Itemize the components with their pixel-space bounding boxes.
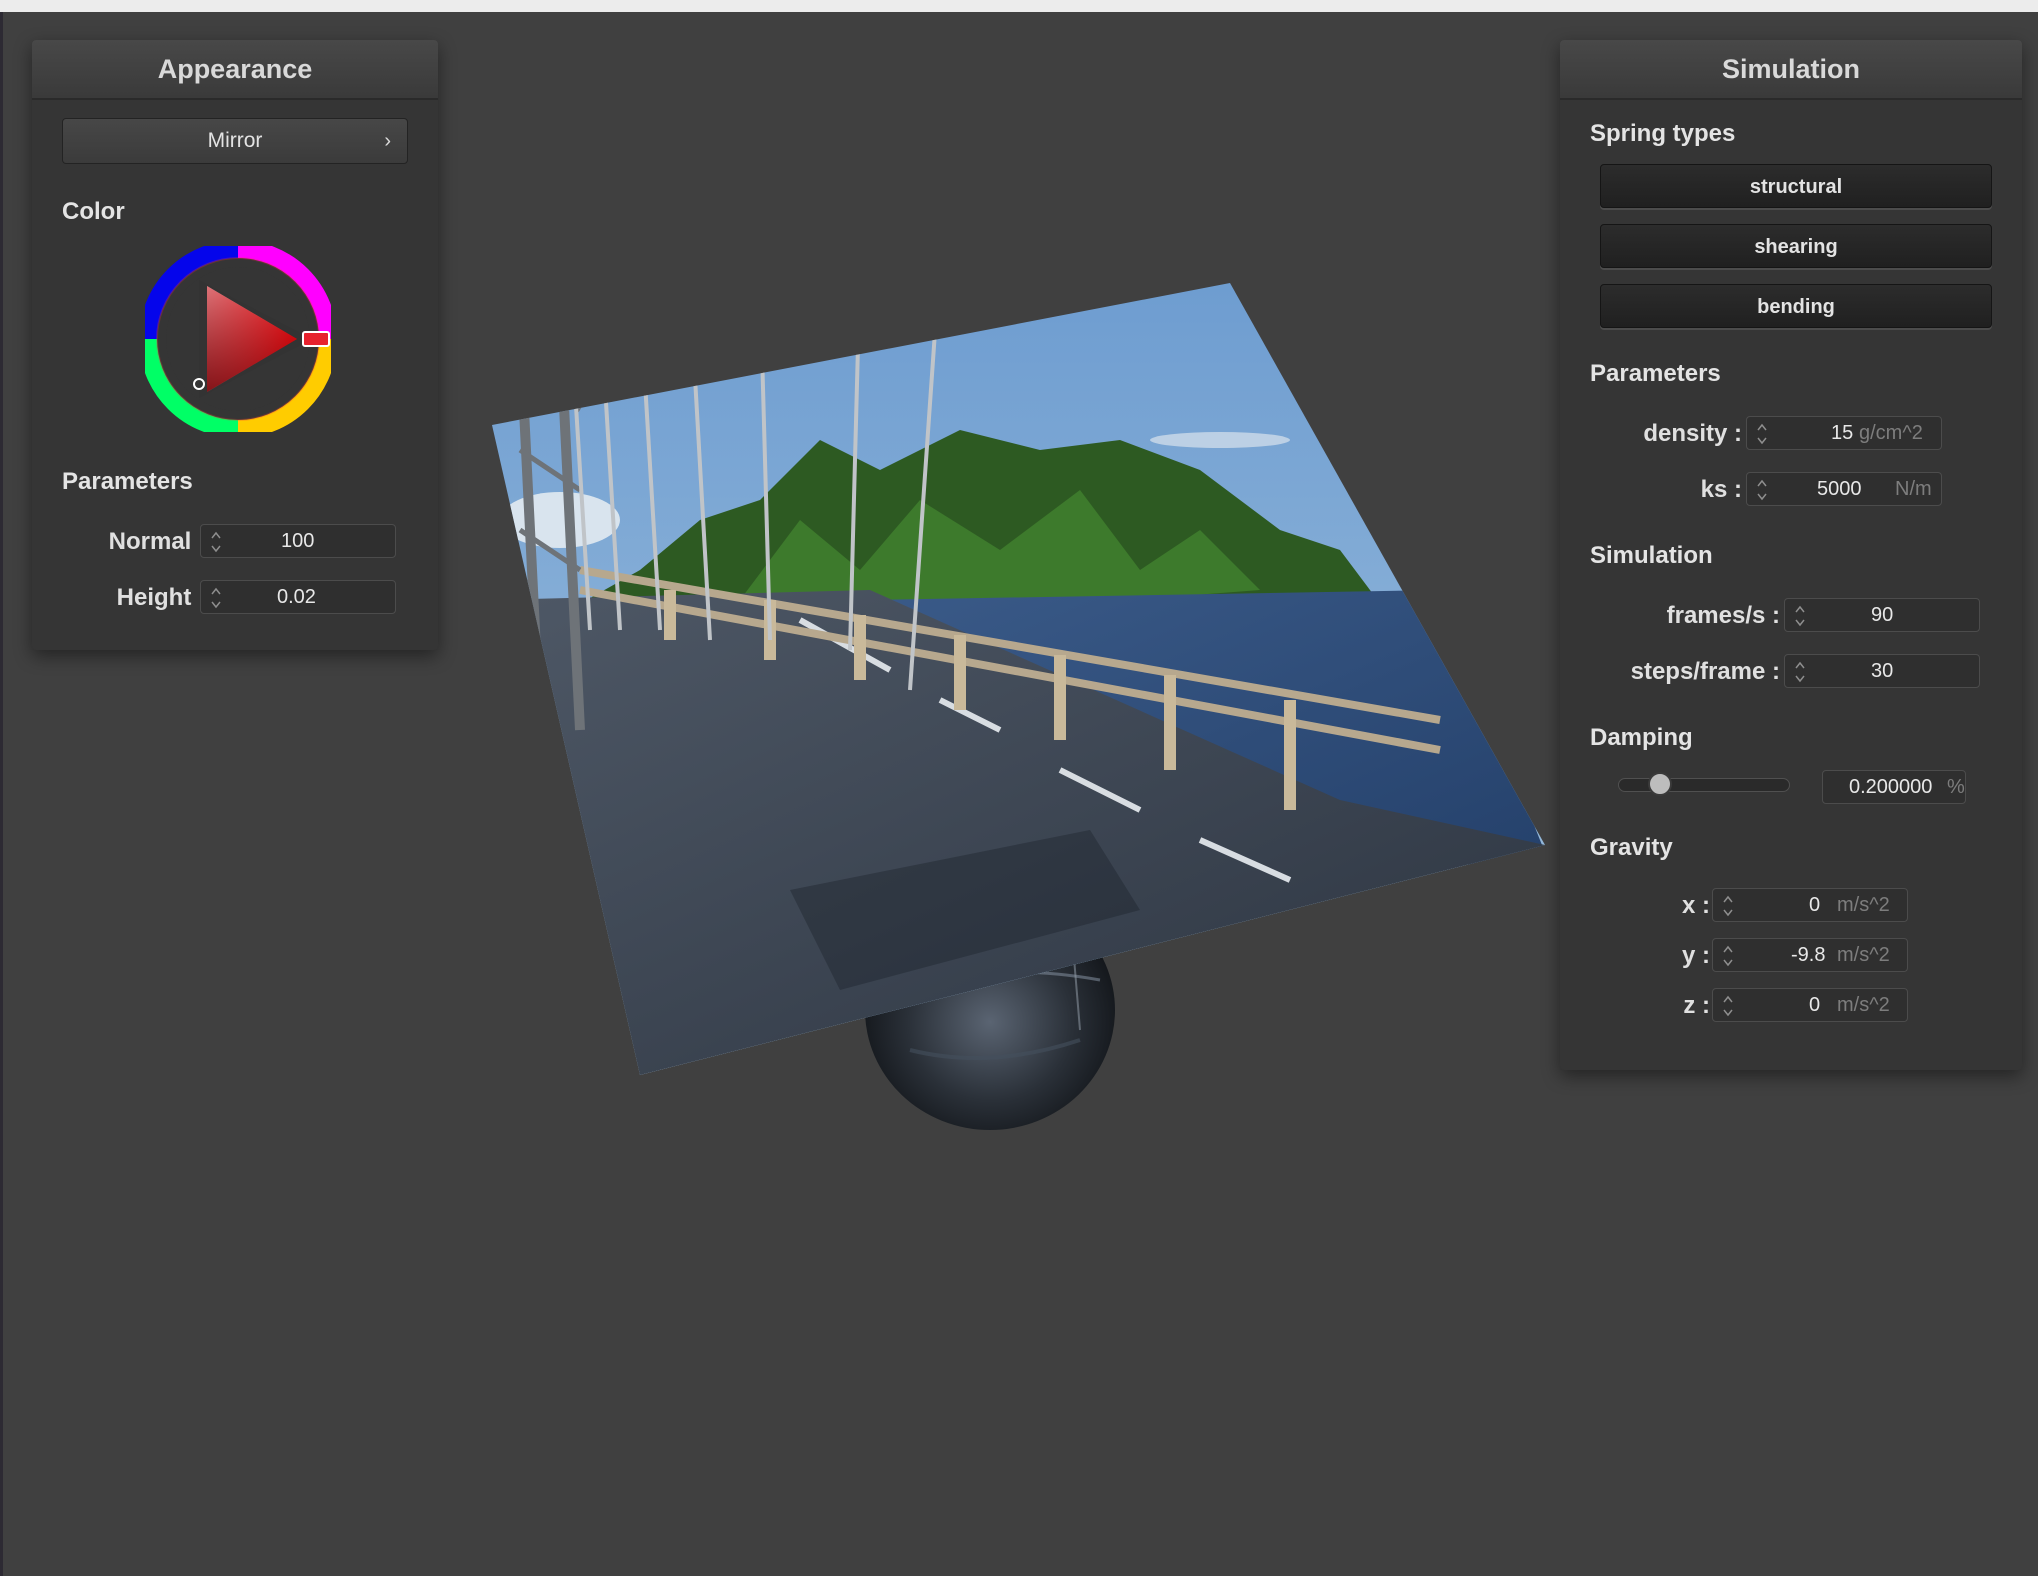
height-value: 0.02	[277, 586, 316, 608]
gravity-y-value: -9.8	[1791, 944, 1826, 966]
simulation-panel-title: Simulation	[1560, 40, 2022, 100]
ks-label: ks :	[1700, 476, 1742, 503]
spinner-arrows-icon[interactable]	[209, 583, 223, 613]
density-input[interactable]: 15 g/cm^2	[1746, 416, 1942, 450]
spinner-arrows-icon[interactable]	[1755, 419, 1769, 449]
height-label: Height :	[116, 584, 206, 611]
spinner-arrows-icon[interactable]	[1721, 891, 1735, 921]
window-top-bar	[0, 0, 2038, 12]
normal-value: 100	[281, 530, 315, 552]
gravity-z-unit: m/s^2	[1837, 994, 1890, 1016]
spinner-arrows-icon[interactable]	[1793, 657, 1807, 687]
chevron-right-icon: ›	[384, 130, 391, 152]
gravity-x-label: x :	[1681, 892, 1710, 919]
sim-parameters-label: Parameters	[1590, 360, 1721, 387]
appearance-panel-title: Appearance	[32, 40, 438, 100]
gravity-z-value: 0	[1809, 994, 1821, 1016]
ks-value: 5000	[1817, 478, 1862, 500]
spring-types-label: Spring types	[1590, 120, 1736, 147]
material-dropdown-label: Mirror	[207, 129, 263, 152]
render-viewport[interactable]	[440, 270, 1560, 1130]
normal-label: Normal :	[108, 528, 206, 555]
steps-per-frame-label: steps/frame :	[1630, 658, 1780, 685]
spinner-arrows-icon[interactable]	[1721, 991, 1735, 1021]
frames-per-second-label: frames/s :	[1666, 602, 1780, 629]
gravity-label: Gravity	[1590, 834, 1673, 861]
gravity-y-input[interactable]: -9.8 m/s^2	[1712, 938, 1908, 972]
gravity-x-unit: m/s^2	[1837, 894, 1890, 916]
damping-unit: %	[1947, 776, 1965, 798]
damping-slider[interactable]	[1618, 772, 1790, 796]
ks-input[interactable]: 5000 N/m	[1746, 472, 1942, 506]
damping-label: Damping	[1590, 724, 1693, 751]
bending-spring-button[interactable]: bending	[1600, 284, 1992, 328]
normal-input[interactable]: 100	[200, 524, 396, 558]
ks-unit: N/m	[1895, 478, 1932, 500]
color-section-label: Color	[62, 198, 125, 225]
simulation-panel: Simulation Spring types structural shear…	[1560, 40, 2022, 1070]
steps-per-frame-value: 30	[1871, 660, 1894, 682]
shearing-spring-button[interactable]: shearing	[1600, 224, 1992, 268]
gravity-x-value: 0	[1809, 894, 1821, 916]
steps-per-frame-input[interactable]: 30	[1784, 654, 1980, 688]
spinner-arrows-icon[interactable]	[1721, 941, 1735, 971]
density-unit: g/cm^2	[1859, 422, 1923, 444]
color-wheel[interactable]	[139, 240, 337, 438]
gravity-z-label: z :	[1683, 992, 1710, 1019]
spinner-arrows-icon[interactable]	[1755, 475, 1769, 505]
frames-per-second-input[interactable]: 90	[1784, 598, 1980, 632]
damping-value: 0.200000	[1849, 776, 1933, 798]
gravity-z-input[interactable]: 0 m/s^2	[1712, 988, 1908, 1022]
damping-value-box[interactable]: 0.200000 %	[1822, 770, 1966, 804]
hue-handle[interactable]	[302, 331, 330, 347]
gravity-y-unit: m/s^2	[1837, 944, 1890, 966]
frames-per-second-value: 90	[1871, 604, 1894, 626]
scene-canvas	[492, 283, 1545, 1130]
structural-spring-button[interactable]: structural	[1600, 164, 1992, 208]
gravity-y-label: y :	[1681, 942, 1710, 969]
density-label: density :	[1643, 420, 1742, 447]
density-value: 15	[1831, 422, 1854, 444]
window-left-edge	[0, 12, 3, 1576]
simulation-section-label: Simulation	[1590, 542, 1713, 569]
height-input[interactable]: 0.02	[200, 580, 396, 614]
material-dropdown[interactable]: Mirror ›	[62, 118, 408, 164]
spinner-arrows-icon[interactable]	[1793, 601, 1807, 631]
damping-slider-handle[interactable]	[1648, 772, 1673, 796]
gravity-x-input[interactable]: 0 m/s^2	[1712, 888, 1908, 922]
appearance-parameters-label: Parameters	[62, 468, 193, 495]
appearance-panel: Appearance Mirror › Color Parameters Nor…	[32, 40, 438, 650]
spinner-arrows-icon[interactable]	[209, 527, 223, 557]
